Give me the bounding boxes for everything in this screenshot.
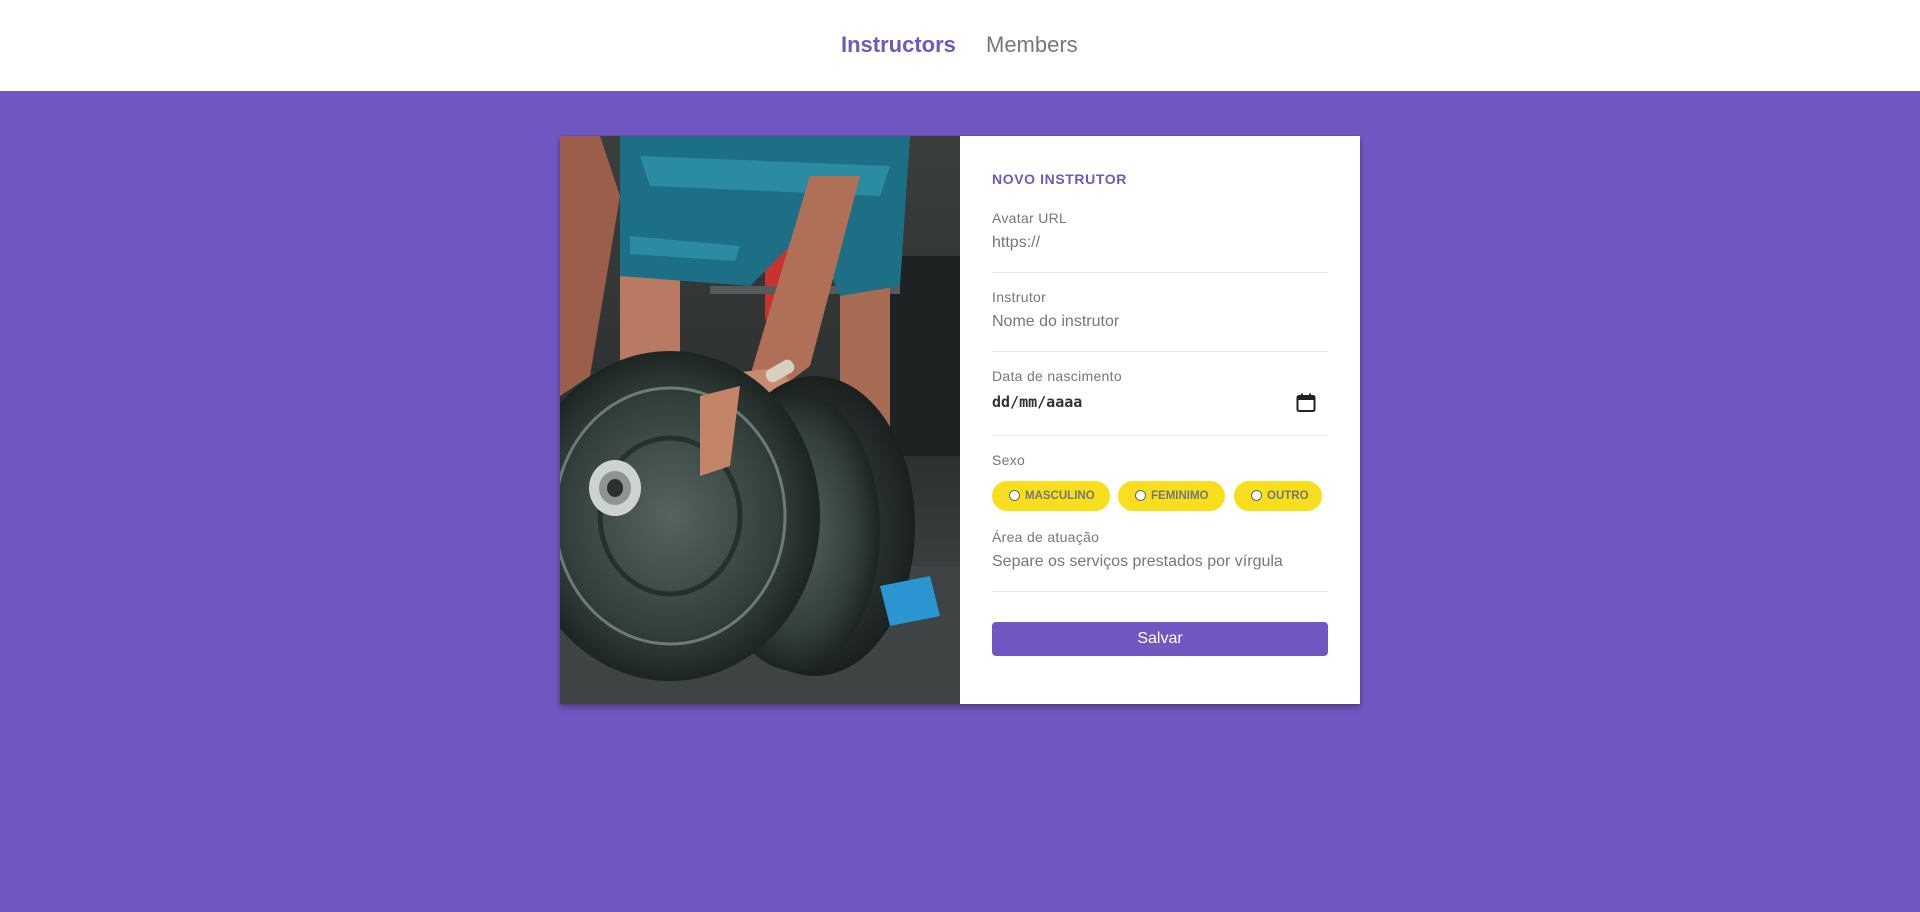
new-instructor-card: NOVO INSTRUTOR Avatar URL Instrutor Data… xyxy=(560,136,1360,704)
weightlifter-illustration xyxy=(560,136,960,704)
avatar-url-field: Avatar URL xyxy=(992,210,1328,273)
gender-option-female[interactable]: FEMINIMO xyxy=(1118,481,1225,511)
radio-circle-icon[interactable] xyxy=(1009,490,1020,501)
birth-date-field: Data de nascimento dd/mm/aaaa xyxy=(992,368,1328,436)
instructor-name-input[interactable] xyxy=(992,313,1328,331)
instructor-name-label: Instrutor xyxy=(992,289,1047,305)
avatar-url-input[interactable] xyxy=(992,234,1328,252)
new-instructor-form: NOVO INSTRUTOR Avatar URL Instrutor Data… xyxy=(992,136,1328,704)
gender-option-other[interactable]: OUTRO xyxy=(1234,481,1322,511)
nav-link-instructors[interactable]: Instructors xyxy=(841,32,956,58)
gender-radio-group: MASCULINO FEMINIMO OUTRO xyxy=(992,481,1328,511)
instructor-name-field: Instrutor xyxy=(992,289,1328,352)
birth-date-input[interactable]: dd/mm/aaaa xyxy=(992,393,1328,415)
avatar-url-label: Avatar URL xyxy=(992,210,1068,226)
gender-option-other-label: OUTRO xyxy=(1267,490,1309,502)
weightlifting-photo xyxy=(560,136,960,704)
birth-date-label: Data de nascimento xyxy=(992,368,1122,384)
save-button[interactable]: Salvar xyxy=(992,622,1328,656)
birth-date-value: dd/mm/aaaa xyxy=(992,393,1083,411)
gender-option-male[interactable]: MASCULINO xyxy=(992,481,1110,511)
services-input[interactable] xyxy=(992,553,1328,571)
services-label: Área de atuação xyxy=(992,529,1100,545)
gender-label: Sexo xyxy=(992,452,1026,468)
gender-option-male-label: MASCULINO xyxy=(1025,490,1095,502)
services-field: Área de atuação xyxy=(992,529,1328,592)
calendar-icon[interactable] xyxy=(1296,393,1316,413)
gender-option-female-label: FEMINIMO xyxy=(1151,490,1209,502)
top-navigation-bar: Instructors Members xyxy=(0,0,1920,91)
form-title: NOVO INSTRUTOR xyxy=(992,171,1127,187)
radio-circle-icon[interactable] xyxy=(1251,490,1262,501)
radio-circle-icon[interactable] xyxy=(1135,490,1146,501)
nav-link-members[interactable]: Members xyxy=(986,32,1078,58)
